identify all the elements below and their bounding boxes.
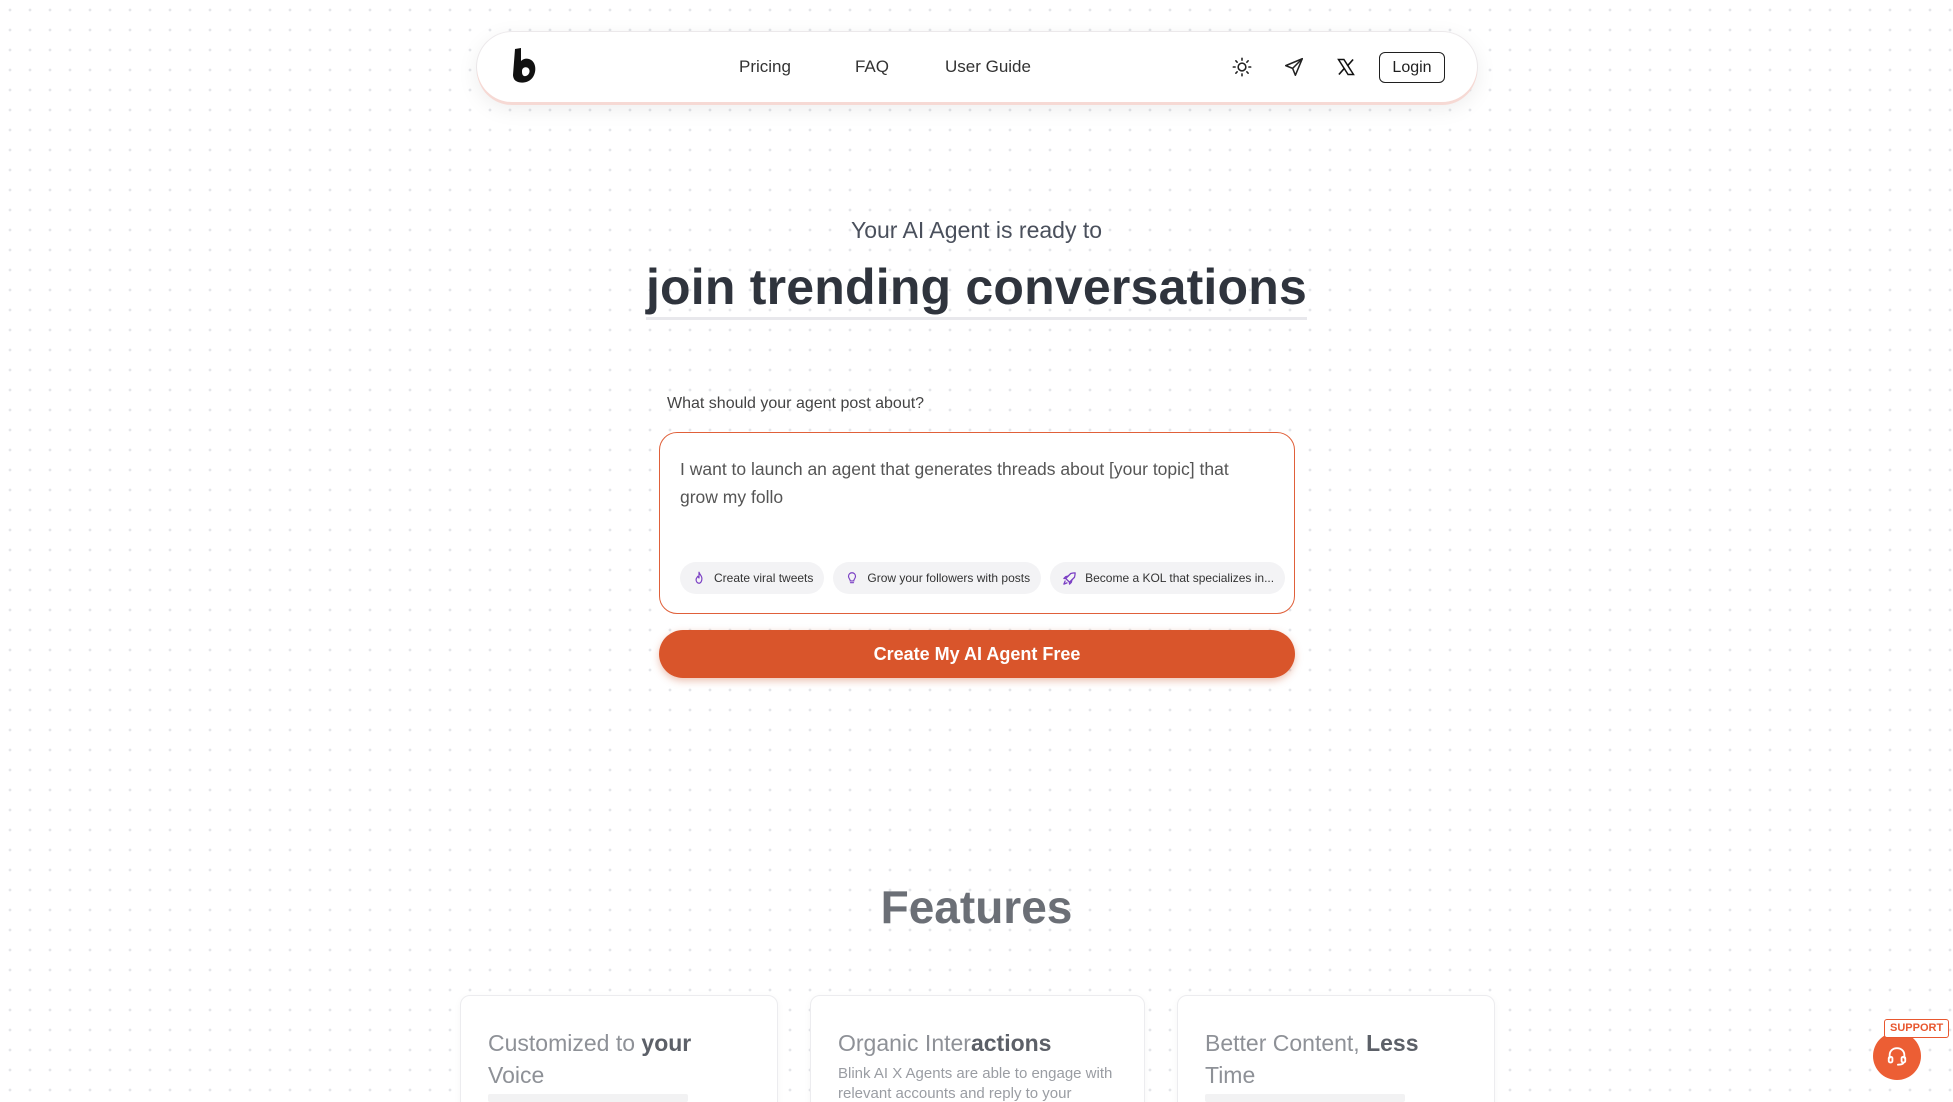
nav-link-faq[interactable]: FAQ <box>855 57 889 77</box>
chip-create-viral-tweets[interactable]: Create viral tweets <box>680 562 825 594</box>
x-logo-icon[interactable] <box>1333 54 1359 80</box>
flame-icon <box>695 571 703 584</box>
create-agent-button[interactable]: Create My AI Agent Free <box>659 630 1295 678</box>
paper-plane-icon[interactable] <box>1281 54 1307 80</box>
feature-card-title: Customized to your Voice <box>488 1030 692 1088</box>
chip-grow-followers[interactable]: Grow your followers with posts <box>833 562 1042 594</box>
support-badge[interactable]: SUPPORT <box>1884 1019 1950 1038</box>
nav-link-pricing[interactable]: Pricing <box>739 57 791 77</box>
b-logo-icon[interactable] <box>511 47 539 85</box>
suggestion-chips: Create viral tweets Grow your followers … <box>680 562 1286 594</box>
support-button[interactable] <box>1873 1032 1921 1080</box>
rocket-icon <box>1063 571 1076 585</box>
hero-title-text: join trending conversations <box>645 259 1308 320</box>
chip-label: Grow your followers with posts <box>867 571 1031 585</box>
chip-label: Become a KOL that specializes in... <box>1085 571 1275 585</box>
nav-links: Pricing FAQ User Guide <box>739 32 1031 102</box>
card-text-fade <box>1205 1094 1405 1102</box>
feature-card-title: Better Content, Less Time <box>1205 1030 1419 1088</box>
prompt-input-box[interactable]: I want to launch an agent that generates… <box>659 432 1295 614</box>
feature-card-title: Organic Interactions <box>838 1030 1052 1056</box>
chip-become-kol[interactable]: Become a KOL that specializes in... <box>1050 562 1286 594</box>
login-button[interactable]: Login <box>1379 52 1445 83</box>
lightbulb-icon <box>848 572 857 584</box>
hero-title: join trending conversations <box>0 258 1953 320</box>
hero-subtitle: Your AI Agent is ready to <box>850 217 1103 243</box>
features-title: Features <box>880 881 1073 933</box>
feature-card-better-content: Better Content, Less Time <box>1177 995 1495 1102</box>
feature-card-organic: Organic Interactions Blink AI X Agents a… <box>810 995 1145 1102</box>
sun-icon[interactable] <box>1229 54 1255 80</box>
prompt-label: What should your agent post about? <box>667 395 925 412</box>
top-navbar: Pricing FAQ User Guide Login <box>477 32 1477 102</box>
nav-link-user-guide[interactable]: User Guide <box>945 57 1031 77</box>
feature-card-desc: Blink AI X Agents are able to engage wit… <box>838 1065 1113 1102</box>
chip-label: Create viral tweets <box>714 571 814 585</box>
feature-card-customized: Customized to your Voice <box>460 995 778 1102</box>
prompt-textarea[interactable]: I want to launch an agent that generates… <box>680 455 1260 511</box>
headset-icon <box>1887 1047 1907 1066</box>
card-text-fade <box>488 1094 688 1102</box>
